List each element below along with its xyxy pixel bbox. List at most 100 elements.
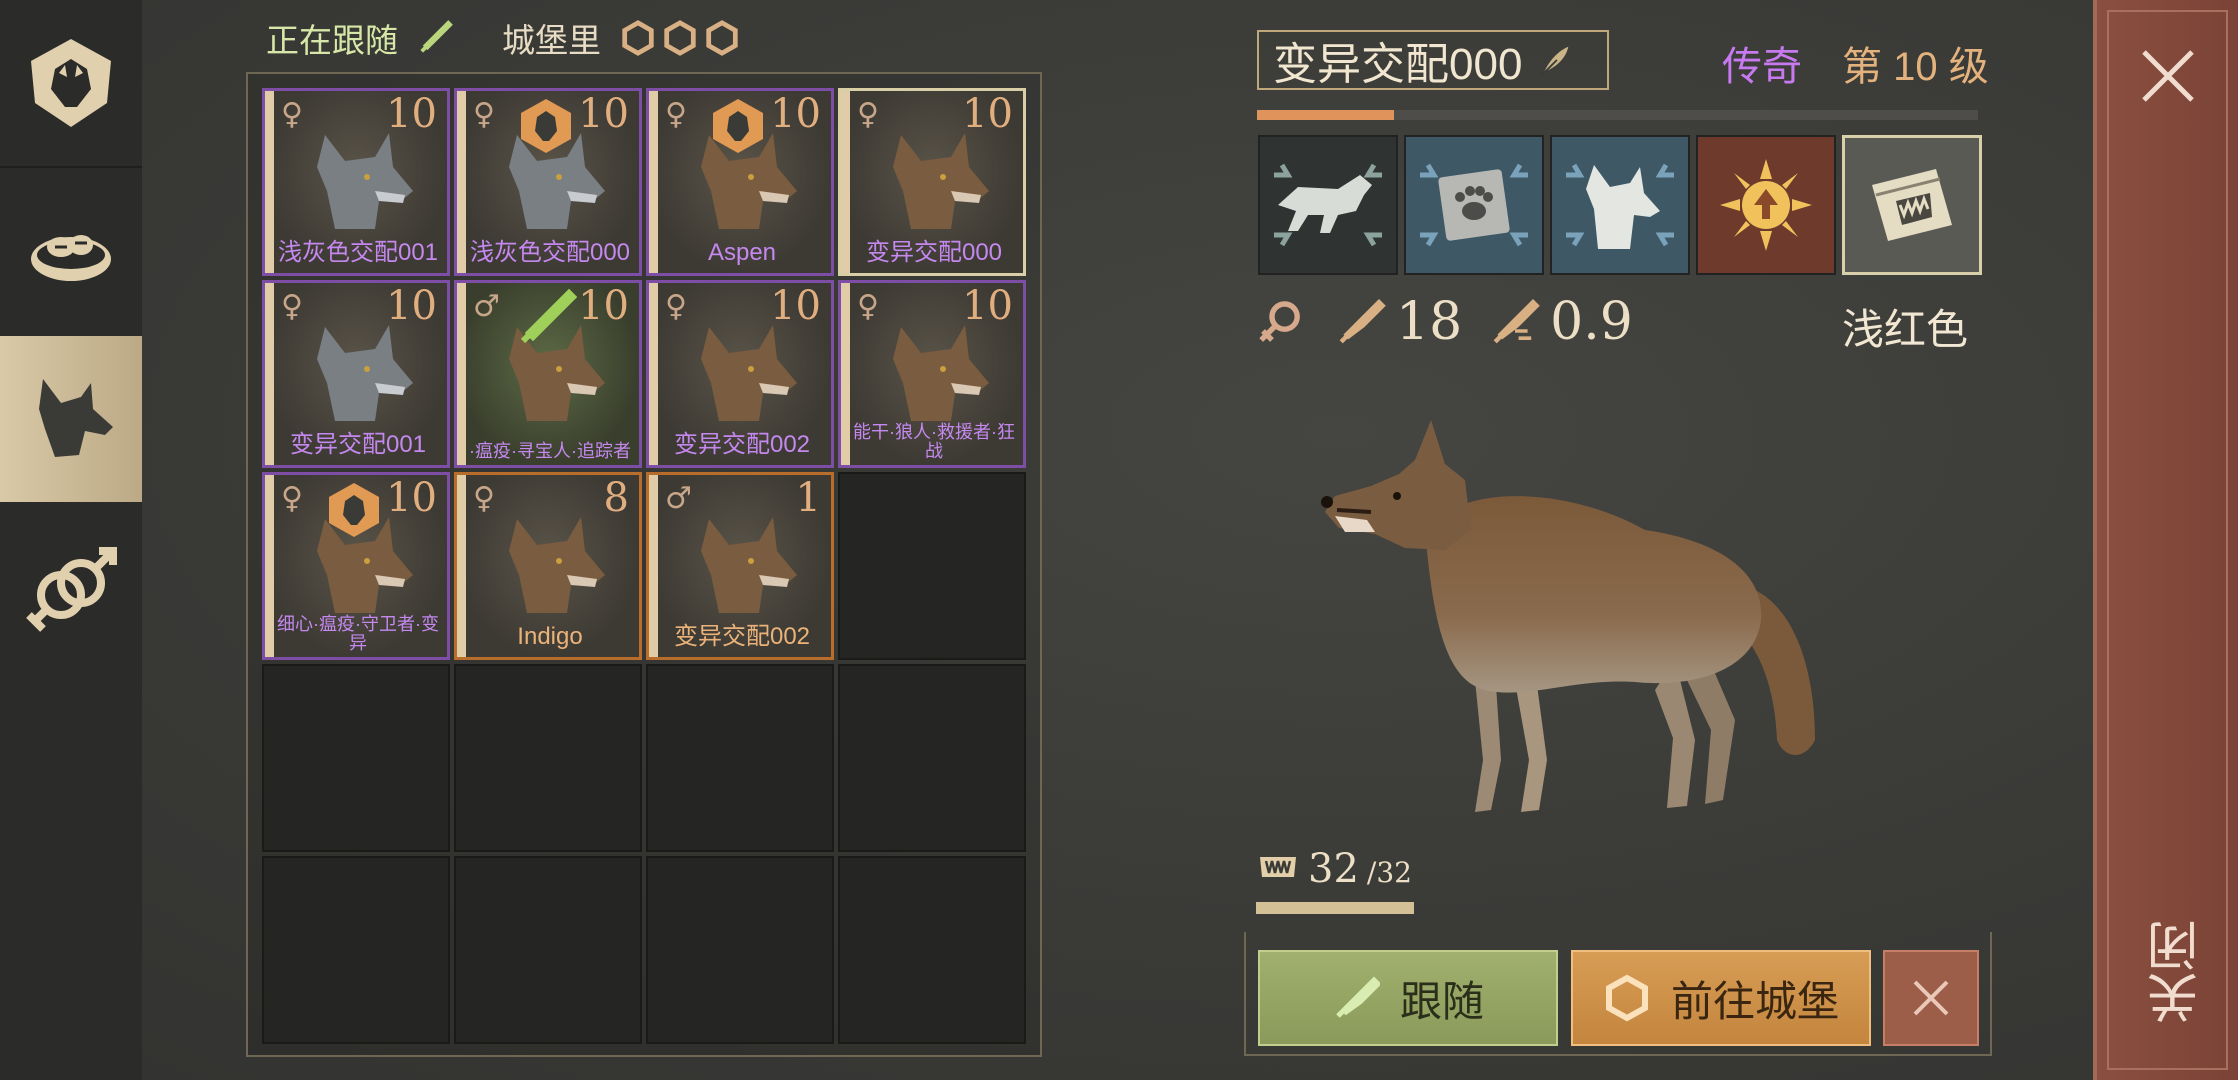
skill-row (1258, 135, 1982, 275)
wolf-slot[interactable]: ♀ 10 变异交配002 (646, 280, 834, 468)
wolf-slot-name: 浅灰色交配000 (469, 238, 631, 266)
castle-badge-icon (713, 99, 763, 153)
sun-arrow-icon (1720, 159, 1812, 251)
wolf-name-box[interactable]: 变异交配000 (1257, 30, 1609, 90)
wolf-level: 10 (578, 91, 629, 137)
wolf-slot[interactable]: ♀ 8 Indigo (454, 472, 642, 660)
wolf-level: 10 (770, 283, 821, 329)
go-castle-button-label: 前往城堡 (1670, 977, 1839, 1025)
wolf-slot-name: 变异交配000 (865, 238, 1003, 266)
wolf-head-icon (39, 379, 113, 457)
wolf-slot[interactable]: ♀ 10 Aspen (646, 88, 834, 276)
wolf-slot-name: Aspen (707, 238, 777, 266)
wolf-level: 10 (578, 283, 629, 329)
wolf-slot[interactable]: ♀ 10 变异交配000 (838, 88, 1026, 276)
skill-slot[interactable] (1842, 135, 1982, 275)
slot-accent-bar (457, 283, 466, 465)
wolf-slot[interactable]: ♂ 10 ·瘟疫·寻宝人·追踪者 (454, 280, 642, 468)
empty-wolf-slot[interactable] (838, 472, 1026, 660)
empty-wolf-slot[interactable] (262, 856, 450, 1044)
stats-row: 18 0.9 (1254, 292, 1633, 352)
wolf-portrait (509, 517, 605, 613)
wolf-level: 10 (962, 283, 1013, 329)
gender-icon: ♂ (473, 289, 500, 324)
bite-stamina: 32/32 (1256, 846, 1412, 892)
tab-food[interactable] (0, 168, 142, 334)
following-label: 正在跟随 (266, 22, 398, 59)
gender-icon: ♀ (473, 97, 495, 132)
gender-icon: ♀ (281, 289, 303, 324)
close-label[interactable]: 关闭 (2140, 920, 2207, 1024)
wolf-slot-name: 细心·瘟疫·守卫者·变异 (277, 614, 439, 654)
rarity-label: 传奇 (1722, 45, 1802, 89)
empty-wolf-slot[interactable] (646, 856, 834, 1044)
close-icon[interactable] (2134, 42, 2202, 110)
wolf-slot[interactable]: ♀ 10 变异交配001 (262, 280, 450, 468)
release-button[interactable] (1883, 950, 1979, 1046)
castle-badge-icon (664, 20, 696, 56)
skill-slot[interactable] (1550, 135, 1690, 275)
wolf-level: 10 (770, 91, 821, 137)
castle-badge-icon (622, 20, 654, 56)
empty-wolf-slot[interactable] (454, 856, 642, 1044)
wolf-slot[interactable]: ♂ 1 变异交配002 (646, 472, 834, 660)
skill-slot[interactable] (1696, 135, 1836, 275)
pack-shield-icon (31, 39, 111, 127)
fang-icon (1260, 857, 1296, 877)
follow-sword-icon (520, 288, 577, 344)
fur-color-name: 浅红色 (1842, 306, 1969, 353)
gender-icon: ♀ (857, 289, 879, 324)
wolf-level: 10 (386, 91, 437, 137)
follow-sword-icon (1336, 976, 1380, 1018)
gender-icon: ♀ (665, 97, 687, 132)
wolf-slot-name: 能干·狼人·救援者·狂战 (853, 422, 1015, 462)
wolf-slot[interactable]: ♀ 10 细心·瘟疫·守卫者·变异 (262, 472, 450, 660)
xp-bar (1257, 110, 1978, 120)
food-bowl-icon (31, 235, 111, 281)
wolf-portrait (701, 517, 797, 613)
wolf-slot-name: 变异交配001 (289, 430, 427, 458)
wolf-slot-name: 浅灰色交配001 (277, 238, 439, 266)
speed-stat: 0.9 (1488, 292, 1633, 352)
wolf-portrait (893, 133, 989, 229)
close-strip[interactable] (2093, 0, 2238, 1080)
tab-breeding[interactable] (0, 506, 142, 672)
go-castle-button[interactable]: 前往城堡 (1571, 950, 1871, 1046)
skill-slot[interactable] (1258, 135, 1398, 275)
castle-badge-icon (1605, 974, 1648, 1022)
wolf-level: 1 (795, 475, 821, 521)
castle-badge-icon (329, 483, 379, 537)
follow-status: 正在跟随 城堡里 (266, 14, 741, 62)
wolf-slot[interactable]: ♀ 10 能干·狼人·救援者·狂战 (838, 280, 1026, 468)
tab-pack[interactable] (0, 0, 142, 166)
attack-stat: 18 (1334, 292, 1462, 352)
paw-tile-icon (1420, 163, 1528, 247)
wolf-slot[interactable]: ♀ 10 浅灰色交配000 (454, 88, 642, 276)
rename-feather-icon[interactable] (1536, 41, 1574, 79)
wolf-slot[interactable]: ♀ 10 浅灰色交配001 (262, 88, 450, 276)
wolf-name: 变异交配000 (1273, 40, 1523, 89)
follow-sword-icon (420, 20, 453, 53)
wolf-slot-name: 变异交配002 (673, 430, 811, 458)
bite-current: 32 (1308, 846, 1359, 892)
wolf-level: 10 (386, 475, 437, 521)
skill-slot[interactable] (1404, 135, 1544, 275)
close-icon (1913, 980, 1949, 1016)
empty-wolf-slot[interactable] (838, 664, 1026, 852)
wolf-model[interactable] (1315, 420, 1895, 830)
level-label: 第 10 级 (1842, 45, 1989, 89)
gender-icon: ♀ (473, 481, 495, 516)
empty-wolf-slot[interactable] (838, 856, 1026, 1044)
empty-wolf-slot[interactable] (454, 664, 642, 852)
tab-wolves[interactable] (0, 336, 142, 502)
wolf-grid: ♀ 10 浅灰色交配001 ♀ 10 浅灰色交配000 ♀ 10 Aspen ♀ 10 变异交配000… (262, 88, 1028, 1046)
breeding-gender-icon (26, 547, 117, 632)
wolf-slot-name: Indigo (517, 622, 583, 650)
wolf-portrait (701, 325, 797, 421)
follow-button[interactable]: 跟随 (1258, 950, 1558, 1046)
attack-sword-icon (1339, 299, 1386, 344)
wolf-portrait (893, 325, 989, 421)
empty-wolf-slot[interactable] (646, 664, 834, 852)
castle-badge-icon (706, 20, 738, 56)
empty-wolf-slot[interactable] (262, 664, 450, 852)
